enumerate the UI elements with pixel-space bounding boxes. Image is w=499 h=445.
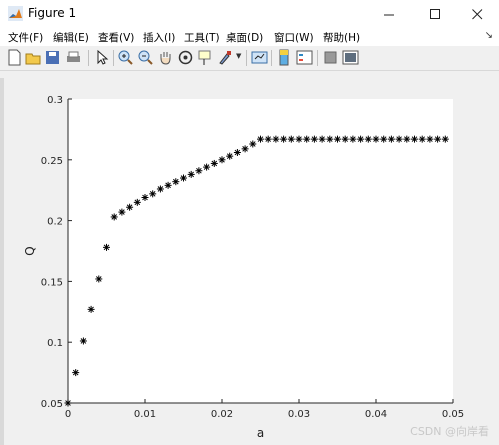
- data-point: [334, 135, 341, 143]
- x-tick-label: 0.05: [442, 409, 464, 420]
- y-axis-label: Q: [23, 246, 37, 255]
- x-tick-label: 0.04: [365, 409, 387, 420]
- data-point: [118, 208, 126, 216]
- data-point: [133, 198, 141, 206]
- data-point: [218, 156, 226, 164]
- data-point: [149, 190, 157, 198]
- y-tick-label: 0.05: [41, 399, 63, 410]
- data-point: [172, 178, 180, 186]
- y-tick-label: 0.1: [47, 338, 63, 349]
- data-point: [241, 145, 249, 153]
- csdn-watermark: CSDN @向岸看: [410, 425, 489, 438]
- data-point: [226, 152, 234, 160]
- x-axis-label: a: [257, 426, 264, 440]
- y-tick-label: 0.15: [41, 277, 63, 288]
- data-point: [64, 399, 72, 407]
- plot-axes-background[interactable]: [68, 99, 453, 403]
- x-tick-label: 0.01: [134, 409, 156, 420]
- scatter-chart: 0 0.01 0.02 0.03 0.04 0.05 0.05 0.1 0.15 0.2 0.25 0…: [23, 95, 464, 440]
- data-point: [210, 159, 218, 167]
- data-point: [411, 135, 418, 143]
- data-point: [372, 135, 380, 143]
- data-point: [141, 193, 149, 201]
- data-point: [103, 243, 110, 251]
- data-point: [195, 167, 203, 175]
- data-point: [156, 185, 164, 193]
- data-point: [295, 135, 303, 143]
- data-point: [164, 181, 172, 189]
- x-tick-label: 0.02: [211, 409, 233, 420]
- y-tick-label: 0.2: [47, 217, 63, 228]
- data-point: [110, 213, 118, 221]
- data-point: [233, 149, 241, 157]
- figure-window: Figure 1 文件(F) 编辑(E) 查看(V) 插入(I) 工具(T) 桌…: [0, 0, 499, 445]
- data-point: [249, 140, 257, 148]
- data-point: [203, 163, 211, 171]
- x-tick-label: 0.03: [288, 409, 310, 420]
- data-point: [257, 135, 264, 143]
- y-tick-label: 0.25: [41, 156, 63, 167]
- data-point: [180, 174, 187, 182]
- data-point: [187, 170, 195, 178]
- x-tick-label: 0: [65, 409, 71, 420]
- y-tick-label: 0.3: [47, 95, 63, 106]
- data-point: [126, 203, 134, 211]
